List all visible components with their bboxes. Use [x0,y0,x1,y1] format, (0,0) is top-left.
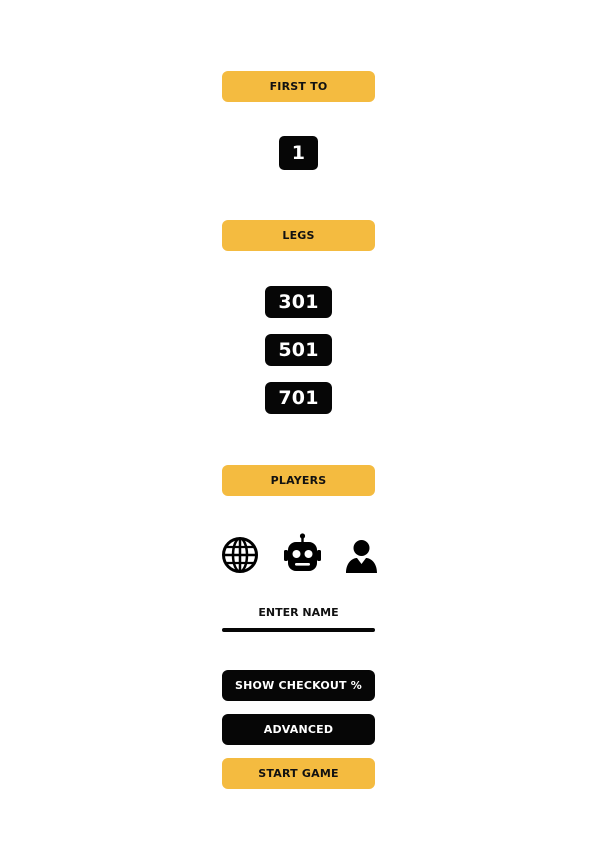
enter-name-underline [222,628,375,632]
advanced-button[interactable]: ADVANCED [222,714,375,745]
first-to-label: FIRST TO [269,80,328,93]
legs-option-501-button[interactable]: 501 [265,334,332,366]
players-header: PLAYERS [222,465,375,496]
enter-name-placeholder: ENTER NAME [258,606,339,619]
user-icon[interactable] [345,539,378,574]
legs-label: LEGS [282,229,315,242]
legs-option-701-button[interactable]: 701 [265,382,332,414]
legs-option-301-button[interactable]: 301 [265,286,332,318]
show-checkout-label: SHOW CHECKOUT % [235,679,362,692]
legs-option-label: 701 [278,387,319,409]
advanced-label: ADVANCED [263,723,334,736]
legs-header: LEGS [222,220,375,251]
first-to-value: 1 [291,142,306,164]
first-to-value-button[interactable]: 1 [279,136,318,170]
first-to-header: FIRST TO [222,71,375,102]
legs-option-label: 501 [278,339,319,361]
legs-option-label: 301 [278,291,319,313]
start-game-button[interactable]: START GAME [222,758,375,789]
robot-icon[interactable] [283,533,322,575]
enter-name-field[interactable]: ENTER NAME [222,603,375,635]
show-checkout-button[interactable]: SHOW CHECKOUT % [222,670,375,701]
globe-icon[interactable] [221,536,259,574]
players-label: PLAYERS [270,474,327,487]
start-game-label: START GAME [258,767,339,780]
